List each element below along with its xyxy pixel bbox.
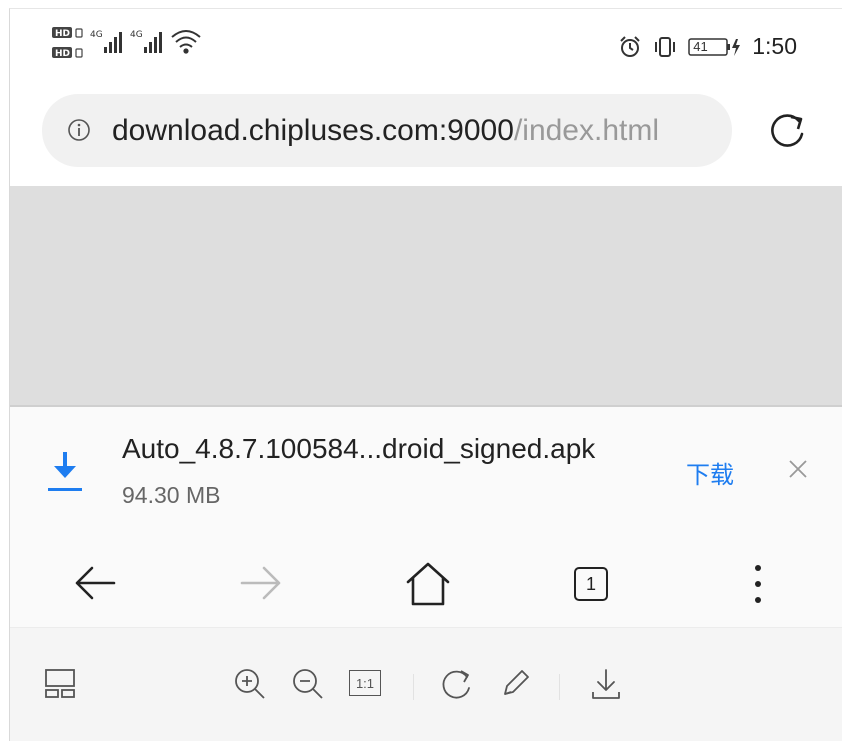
download-button[interactable]: 下载 xyxy=(686,455,734,490)
forward-arrow-icon[interactable] xyxy=(238,560,284,606)
close-icon[interactable] xyxy=(786,457,810,481)
network-type-label-2: 4G xyxy=(130,30,143,40)
zoom-reset-icon[interactable]: 1:1 xyxy=(349,670,381,696)
status-bar: HD HD 4G 4G 41 1:50 xyxy=(10,9,842,87)
tabs-button[interactable]: 1 xyxy=(574,567,608,601)
layout-icon[interactable] xyxy=(43,666,77,700)
network-type-label-1: 4G xyxy=(90,30,103,40)
status-left-icons: HD HD 4G 4G xyxy=(52,23,222,78)
rotate-icon[interactable] xyxy=(438,666,474,702)
download-filename: Auto_4.8.7.100584...droid_signed.apk xyxy=(122,433,596,464)
battery-indicator: 41 xyxy=(688,35,742,59)
svg-text:HD: HD xyxy=(55,49,70,59)
web-content-area xyxy=(10,186,842,407)
signal-icon: 4G xyxy=(90,30,122,53)
zoom-out-icon[interactable] xyxy=(290,666,326,702)
url-text[interactable]: download.chipluses.com:9000/index.html xyxy=(112,114,659,148)
zoom-in-icon[interactable] xyxy=(232,666,268,702)
clock-time: 1:50 xyxy=(752,33,797,59)
info-icon[interactable] xyxy=(67,118,91,142)
browser-window: HD HD 4G 4G 41 1:50 download.chipluses.c… xyxy=(9,8,842,741)
download-bar: Auto_4.8.7.100584...droid_signed.apk 94.… xyxy=(10,407,842,542)
hd-badge-icon: HD HD xyxy=(52,27,83,59)
wifi-icon xyxy=(171,30,201,54)
navigation-bar: 1 xyxy=(10,542,842,627)
svg-text:HD: HD xyxy=(55,29,70,39)
address-bar[interactable]: download.chipluses.com:9000/index.html xyxy=(42,94,732,167)
more-vertical-icon[interactable] xyxy=(750,560,766,608)
back-arrow-icon[interactable] xyxy=(72,560,118,606)
download-arrow-icon xyxy=(48,452,82,491)
alarm-icon xyxy=(620,35,640,57)
download-size: 94.30 MB xyxy=(122,482,221,508)
home-icon[interactable] xyxy=(403,560,453,608)
download-icon[interactable] xyxy=(588,666,624,702)
signal-icon: 4G xyxy=(130,30,162,53)
toolbar-divider xyxy=(413,674,414,700)
zoom-reset-label: 1:1 xyxy=(355,675,375,691)
toolbar-divider xyxy=(559,674,560,700)
tab-count: 1 xyxy=(585,573,596,594)
edit-pen-icon[interactable] xyxy=(497,666,533,702)
url-path: /index.html xyxy=(513,114,660,147)
reload-icon[interactable] xyxy=(765,109,809,153)
bottom-toolbar: 1:1 xyxy=(10,627,842,741)
url-host: download.chipluses.com:9000 xyxy=(112,114,514,147)
vibrate-icon xyxy=(655,36,676,57)
status-right-icons: 41 1:50 xyxy=(618,33,797,60)
